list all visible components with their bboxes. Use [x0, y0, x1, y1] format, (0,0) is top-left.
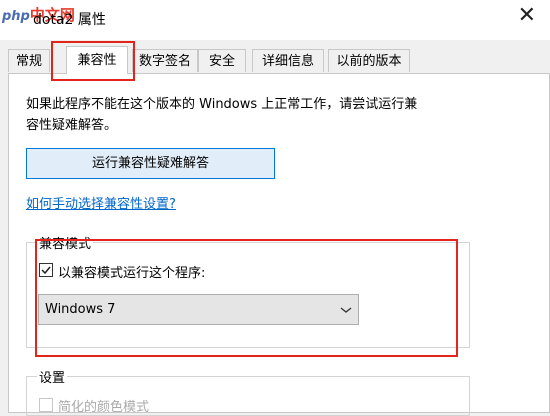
description-line-1: 如果此程序不能在这个版本的 Windows 上正常工作，请尝试运行兼	[26, 97, 418, 112]
compat-mode-highlight-annotation	[35, 239, 458, 357]
title-bar: php中文网 dota2 属性 ✕	[0, 0, 550, 40]
tab-general[interactable]: 常规	[8, 49, 50, 72]
settings-legend: 设置	[37, 367, 68, 386]
tab-previous-versions[interactable]: 以前的版本	[328, 49, 410, 72]
window-title: dota2 属性	[33, 12, 106, 28]
tab-details[interactable]: 详细信息	[252, 49, 324, 72]
run-troubleshooter-button[interactable]: 运行兼容性疑难解答	[26, 148, 275, 179]
manual-settings-link[interactable]: 如何手动选择兼容性设置?	[26, 193, 176, 212]
tab-highlight-annotation	[51, 41, 135, 81]
tab-security[interactable]: 安全	[198, 49, 246, 72]
reduced-color-checkbox[interactable]	[39, 398, 53, 412]
tab-digital-signatures[interactable]: 数字签名	[132, 49, 198, 72]
reduced-color-label[interactable]: 简化的颜色模式	[58, 396, 149, 415]
close-icon[interactable]: ✕	[518, 5, 536, 27]
compatibility-description: 如果此程序不能在这个版本的 Windows 上正常工作，请尝试运行兼 容性疑难解…	[26, 94, 526, 136]
description-line-2: 容性疑难解答。	[26, 118, 118, 133]
